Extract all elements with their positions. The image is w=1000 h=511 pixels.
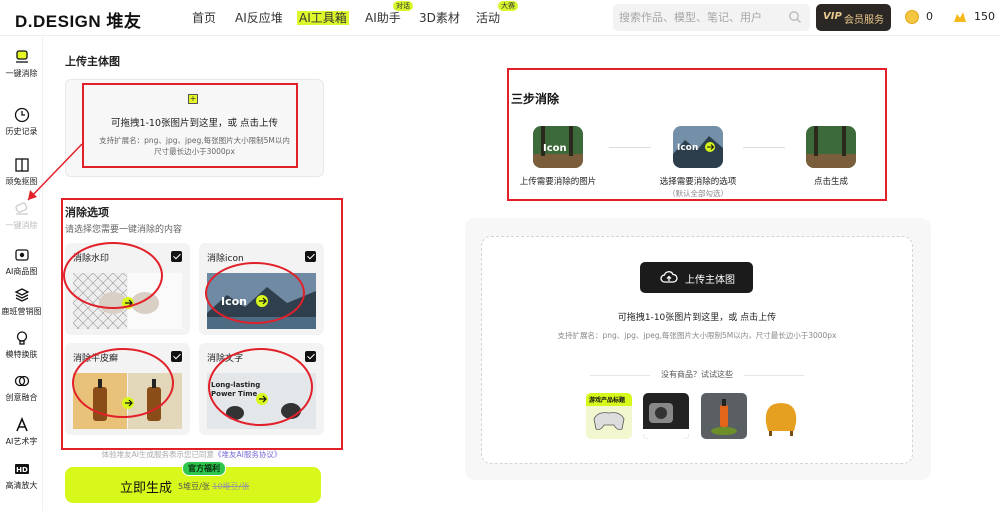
layers-icon [14, 288, 29, 302]
sample-text-line1: Long-lasting [211, 381, 260, 389]
upload-plus-icon[interactable]: + [188, 94, 198, 104]
icon-sample-image: Icon [207, 273, 316, 329]
nav-badge: 对话 [393, 1, 413, 11]
option-card-icon[interactable]: 消除icon Icon [199, 243, 324, 335]
upload-instruction: 可拖拽1-10张图片到这里，或 点击上传 [110, 118, 279, 129]
steps-title: 三步消除 [510, 92, 559, 106]
sample-robot[interactable] [643, 393, 689, 439]
image-icon [14, 249, 29, 261]
nav-ai-assistant[interactable]: 对话 AI助手 [365, 1, 413, 26]
logo[interactable]: D.DESIGN 堆友 [15, 7, 141, 32]
sample-icon-text: Icon [221, 295, 247, 308]
step-icon-text: Icon [677, 143, 698, 153]
forest-image: Icon [533, 126, 583, 168]
watermark-sample-image [73, 273, 182, 329]
step-upload: Icon 上传需要消除的图片 [503, 126, 613, 188]
sidebar-item-luban[interactable]: 鹿班营销图 [0, 287, 43, 317]
nav-events[interactable]: 大赛 活动 [476, 1, 518, 26]
main-upload-instruction: 可拖拽1-10张图片到这里，或 点击上传 [617, 313, 777, 323]
step-label: 选择需要消除的选项 [659, 177, 737, 187]
option-checkbox[interactable] [305, 351, 316, 362]
sidebar-item-art-text[interactable]: AI艺术字 [0, 417, 43, 447]
promo-badge: 官方福利 [182, 461, 226, 476]
sample-chair[interactable] [758, 393, 804, 439]
spam-sample-image [73, 373, 182, 429]
step-generate: 点击生成 [776, 126, 886, 188]
terms-notice: 体验堆友AI生成服务表示您已同意《堆友AI服务协议》 [101, 450, 282, 459]
nav-ai-reactor[interactable]: AI反应堆 [235, 9, 283, 26]
hd-icon: HD [14, 464, 29, 474]
text-sample-image: Long-lasting Power Time [207, 373, 316, 429]
nav-ai-toolbox[interactable]: AI工具箱 [297, 9, 349, 26]
sidebar-item-ai-product[interactable]: AI商品图 [0, 247, 43, 277]
vip-tag: VIP [823, 11, 842, 22]
step-sublabel: （默认全部勾选） [668, 189, 728, 198]
option-label: 消除icon [207, 254, 244, 264]
upload-main-button[interactable]: 上传主体图 [640, 262, 753, 293]
sidebar-item-model-skin[interactable]: 模特换肤 [0, 330, 43, 360]
letter-a-icon [15, 417, 28, 432]
options-panel: 上传主体图 + 可拖拽1-10张图片到这里，或 点击上传 支持扩展名：png、j… [43, 37, 340, 511]
step-icon-text: Icon [543, 143, 567, 154]
sample-gamepad[interactable]: 游戏产品标题 [586, 393, 632, 439]
option-label: 消除牛皮癣 [73, 354, 119, 364]
bean-value: 150 [974, 10, 995, 23]
step-select: Icon 选择需要消除的选项 （默认全部勾选） [643, 126, 753, 199]
nav-home[interactable]: 首页 [192, 9, 216, 26]
sidebar-item-erase[interactable]: 一键消除 [0, 49, 43, 79]
sidebar-item-upscale[interactable]: HD 高清放大 [0, 461, 43, 491]
top-header: D.DESIGN 堆友 首页 AI反应堆 AI工具箱 对话 AI助手 3D素材 大… [0, 0, 1000, 36]
option-checkbox[interactable] [305, 251, 316, 262]
bulb-icon [16, 331, 27, 345]
svg-text:HD: HD [16, 466, 28, 474]
vip-label: 会员服务 [844, 15, 884, 26]
step-label: 点击生成 [813, 177, 848, 187]
vip-button[interactable]: VIP 会员服务 [816, 4, 891, 31]
sample-caption: 游戏产品标题 [589, 396, 626, 404]
sample-text-line2: Power Time [211, 390, 258, 398]
price-text: 5堆豆/张 10堆豆/张 [178, 482, 250, 491]
option-card-watermark[interactable]: 消除水印 [65, 243, 190, 335]
sidebar-item-history[interactable]: 历史记录 [0, 107, 43, 137]
upload-section-title: 上传主体图 [65, 55, 120, 68]
coin-value: 0 [926, 10, 933, 23]
try-samples-row: 没有商品？试试这些 [590, 369, 804, 381]
search-input[interactable] [619, 8, 784, 27]
option-card-spam-text[interactable]: 消除牛皮癣 [65, 343, 190, 435]
options-subtitle: 请选择您需要一键消除的内容 [65, 225, 183, 235]
option-checkbox[interactable] [171, 251, 182, 262]
sidebar-item-fusion[interactable]: 创意融合 [0, 373, 43, 403]
upload-constraints: 支持扩展名：png、jpg、jpeg,每张图片大小限制5M以内 尺寸最长边小于30… [99, 136, 290, 156]
sidebar: 一键消除 历史记录 顽兔抠图 一键消除 AI商品图 鹿班营销图 模特换肤 创意融… [0, 37, 43, 511]
nav-badge: 大赛 [498, 1, 518, 11]
divider [744, 375, 804, 376]
annotation-arrow [27, 143, 83, 201]
rings-icon [14, 375, 29, 387]
option-checkbox[interactable] [171, 351, 182, 362]
nav-3d-assets[interactable]: 3D素材 [419, 9, 460, 26]
coin-icon [905, 10, 919, 24]
generate-label: 立即生成 [120, 481, 173, 496]
terms-link[interactable]: 《堆友AI服务协议》 [214, 450, 281, 459]
search-box [613, 4, 810, 31]
sample-bottle[interactable] [701, 393, 747, 439]
option-card-text[interactable]: 消除文字 Long-lasting Power Time [199, 343, 324, 435]
eraser-icon [15, 50, 28, 63]
option-label: 消除文字 [207, 354, 244, 364]
clock-icon [14, 107, 29, 123]
option-label: 消除水印 [73, 254, 110, 264]
search-icon[interactable] [788, 10, 802, 24]
mountain-image: Icon [673, 126, 723, 168]
main-upload-constraints: 支持扩展名：png、jpg、jpeg,每张图片大小限制5M以内，尺寸最长边小于3… [557, 331, 837, 340]
forest-result-image [806, 126, 856, 168]
step-label: 上传需要消除的图片 [519, 177, 597, 187]
bean-icon [954, 12, 966, 22]
cloud-upload-icon [660, 271, 678, 283]
